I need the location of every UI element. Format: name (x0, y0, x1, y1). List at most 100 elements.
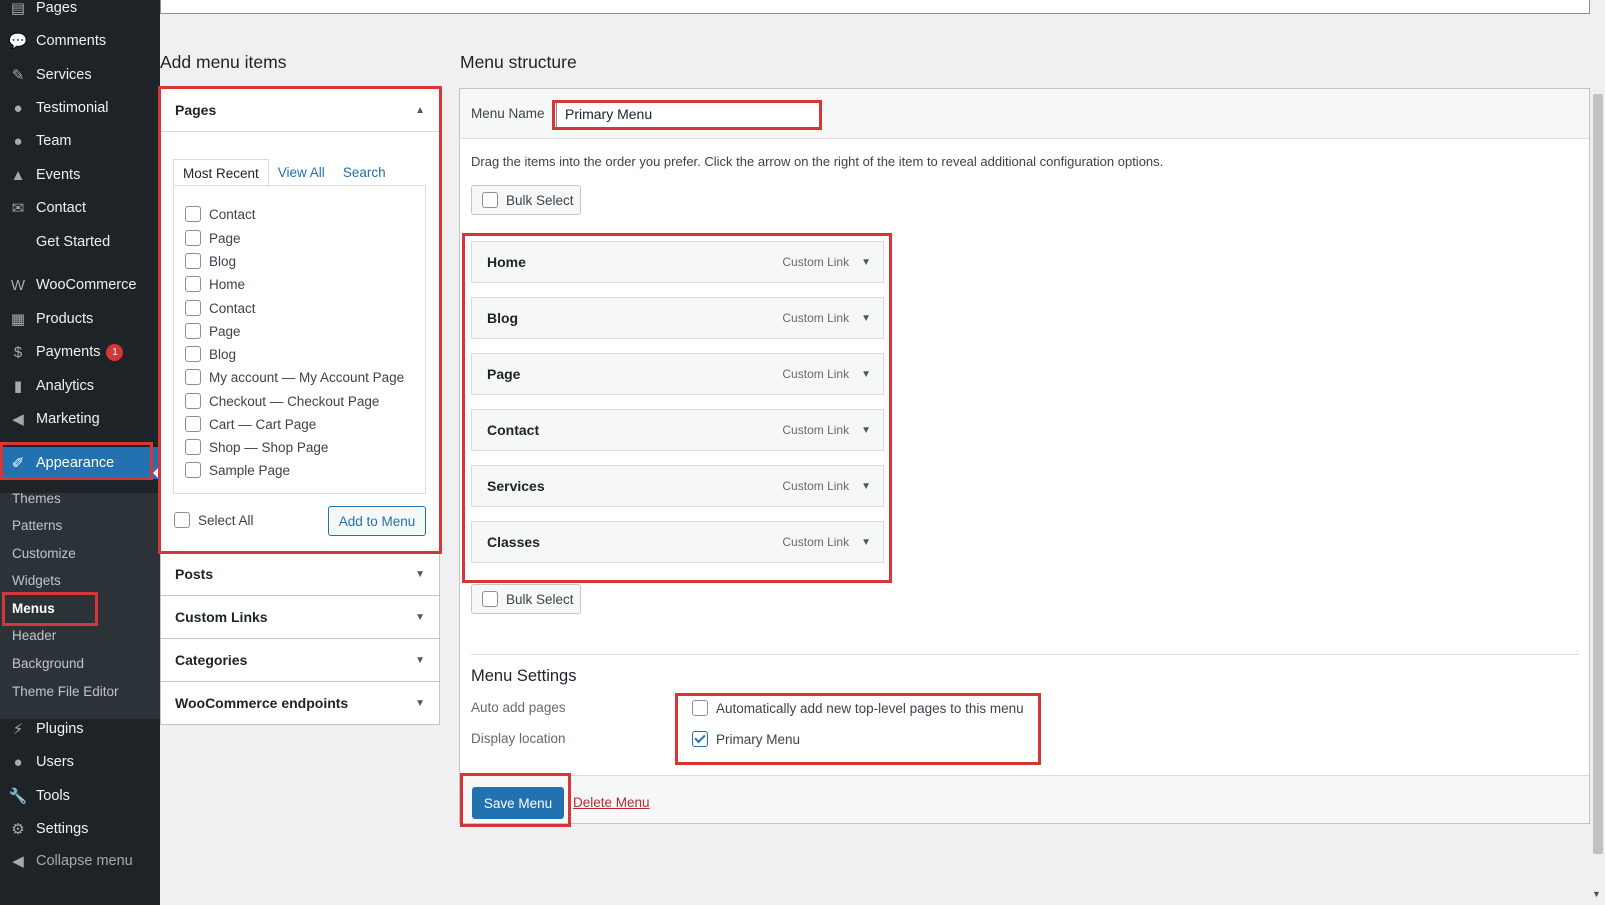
sidebar-item-get-started[interactable]: Get Started (0, 226, 160, 258)
page-checkbox[interactable] (185, 439, 201, 455)
sidebar-item-tools[interactable]: 🔧 Tools (0, 780, 160, 812)
menu-item-page[interactable]: Page Custom Link ▼ (471, 353, 884, 395)
email-icon: ✉ (11, 200, 25, 217)
accordion-header[interactable]: WooCommerce endpoints ▼ (161, 682, 439, 724)
auto-add-row[interactable]: Automatically add new top-level pages to… (692, 698, 1024, 718)
sidebar-item-plugins[interactable]: ⚡ Plugins (0, 713, 160, 745)
page-checkbox[interactable] (185, 276, 201, 292)
page-option[interactable]: Page (185, 228, 241, 248)
page-option-suffix: Checkout Page (287, 393, 380, 409)
tab-search[interactable]: Search (334, 159, 395, 188)
page-option-label: Shop (209, 439, 241, 455)
pages-accordion-header[interactable]: Pages ▲ (161, 89, 439, 131)
sidebar-item-label: Plugins (36, 721, 84, 737)
page-option[interactable]: Home (185, 274, 245, 294)
sidebar-item-appearance[interactable]: ✐ Appearance (0, 447, 160, 479)
sidebar-item-users[interactable]: ● Users (0, 746, 160, 778)
page-option[interactable]: Blog (185, 344, 236, 364)
bulk-select-button-top[interactable]: Bulk Select (471, 185, 581, 215)
chevron-down-icon[interactable]: ▼ (861, 537, 871, 548)
primary-menu-checkbox[interactable] (692, 731, 708, 747)
page-checkbox[interactable] (185, 462, 201, 478)
page-option[interactable]: Blog (185, 251, 236, 271)
add-to-menu-button[interactable]: Add to Menu (328, 506, 426, 536)
tab-most-recent[interactable]: Most Recent (173, 159, 269, 188)
pages-tabs: Most Recent View All Search (173, 159, 395, 188)
sidebar-item-pages[interactable]: ▤ Pages (0, 0, 160, 24)
submenu-item-widgets[interactable]: Widgets (0, 567, 160, 593)
submenu-item-menus[interactable]: Menus (0, 595, 160, 621)
menu-item-services[interactable]: Services Custom Link ▼ (471, 465, 884, 507)
page-option[interactable]: My account — My Account Page (185, 367, 404, 387)
page-checkbox[interactable] (185, 253, 201, 269)
page-option[interactable]: Contact (185, 204, 256, 224)
chevron-down-icon[interactable]: ▼ (861, 481, 871, 492)
page-option[interactable]: Shop — Shop Page (185, 437, 328, 457)
submenu-item-header[interactable]: Header (0, 622, 160, 648)
sidebar-item-team[interactable]: ● Team (0, 125, 160, 157)
sidebar-item-testimonial[interactable]: ● Testimonial (0, 92, 160, 124)
accordion-header[interactable]: Posts ▼ (161, 553, 439, 595)
select-all-row[interactable]: Select All (174, 510, 254, 530)
page-checkbox[interactable] (185, 230, 201, 246)
menu-name-input[interactable]: Primary Menu (556, 102, 820, 128)
page-checkbox[interactable] (185, 393, 201, 409)
pages-accordion: Pages ▲ Most Recent View All Search Sele… (160, 88, 440, 552)
sidebar-item-comments[interactable]: 💬 Comments (0, 25, 160, 57)
chevron-down-icon[interactable]: ▼ (861, 425, 871, 436)
bulk-select-checkbox[interactable] (482, 591, 498, 607)
menu-item-blog[interactable]: Blog Custom Link ▼ (471, 297, 884, 339)
submenu-item-customize[interactable]: Customize (0, 540, 160, 566)
menu-item-contact[interactable]: Contact Custom Link ▼ (471, 409, 884, 451)
submenu-item-patterns[interactable]: Patterns (0, 512, 160, 538)
accordion-posts: Posts ▼ (160, 552, 440, 596)
accordion-header[interactable]: Custom Links ▼ (161, 596, 439, 638)
scroll-down-icon[interactable]: ▼ (1592, 889, 1601, 899)
page-option[interactable]: Checkout — Checkout Page (185, 391, 379, 411)
sidebar-item-collapse-menu[interactable]: ◀ Collapse menu (0, 845, 160, 877)
save-menu-button[interactable]: Save Menu (472, 787, 564, 819)
archive-icon: ▦ (10, 311, 26, 328)
sidebar-item-contact[interactable]: ✉ Contact (0, 192, 160, 224)
sidebar-item-marketing[interactable]: ◀ Marketing (0, 403, 160, 435)
sidebar-item-woocommerce[interactable]: W WooCommerce (0, 269, 160, 301)
scrollbar-thumb[interactable] (1593, 94, 1603, 854)
menu-item-home[interactable]: Home Custom Link ▼ (471, 241, 884, 283)
sidebar-item-analytics[interactable]: ▮ Analytics (0, 370, 160, 402)
tab-view-all[interactable]: View All (269, 159, 334, 188)
chevron-down-icon[interactable]: ▼ (861, 257, 871, 268)
page-option[interactable]: Sample Page (185, 460, 290, 480)
page-checkbox[interactable] (185, 323, 201, 339)
accordion-header[interactable]: Categories ▼ (161, 639, 439, 681)
sidebar-item-settings[interactable]: ⚙ Settings (0, 813, 160, 845)
page-checkbox[interactable] (185, 206, 201, 222)
menu-item-type: Custom Link (782, 535, 850, 549)
delete-menu-link[interactable]: Delete Menu (573, 795, 650, 810)
bulk-select-checkbox[interactable] (482, 192, 498, 208)
auto-add-checkbox[interactable] (692, 700, 708, 716)
add-menu-items-heading: Add menu items (160, 52, 287, 72)
sidebar-item-products[interactable]: ▦ Products (0, 303, 160, 335)
page-option[interactable]: Page (185, 321, 241, 341)
page-checkbox[interactable] (185, 416, 201, 432)
page-checkbox[interactable] (185, 300, 201, 316)
chevron-down-icon[interactable]: ▼ (861, 369, 871, 380)
submenu-item-background[interactable]: Background (0, 650, 160, 676)
sidebar-item-payments[interactable]: $ Payments 1 (0, 336, 160, 368)
chevron-down-icon[interactable]: ▼ (861, 313, 871, 324)
sidebar-item-services[interactable]: ✎ Services (0, 59, 160, 91)
menu-item-title: Classes (487, 534, 540, 550)
page-option[interactable]: Contact (185, 298, 256, 318)
select-all-checkbox[interactable] (174, 512, 190, 528)
menu-item-type: Custom Link (782, 255, 850, 269)
page-checkbox[interactable] (185, 369, 201, 385)
sidebar-item-events[interactable]: ▲ Events (0, 159, 160, 191)
bulk-select-button-bottom[interactable]: Bulk Select (471, 584, 581, 614)
chevron-down-icon: ▼ (415, 654, 425, 666)
display-location-row[interactable]: Primary Menu (692, 729, 800, 749)
submenu-item-theme-file-editor[interactable]: Theme File Editor (0, 678, 160, 704)
page-option[interactable]: Cart — Cart Page (185, 414, 316, 434)
menu-item-classes[interactable]: Classes Custom Link ▼ (471, 521, 884, 563)
submenu-item-themes[interactable]: Themes (0, 485, 160, 511)
page-checkbox[interactable] (185, 346, 201, 362)
